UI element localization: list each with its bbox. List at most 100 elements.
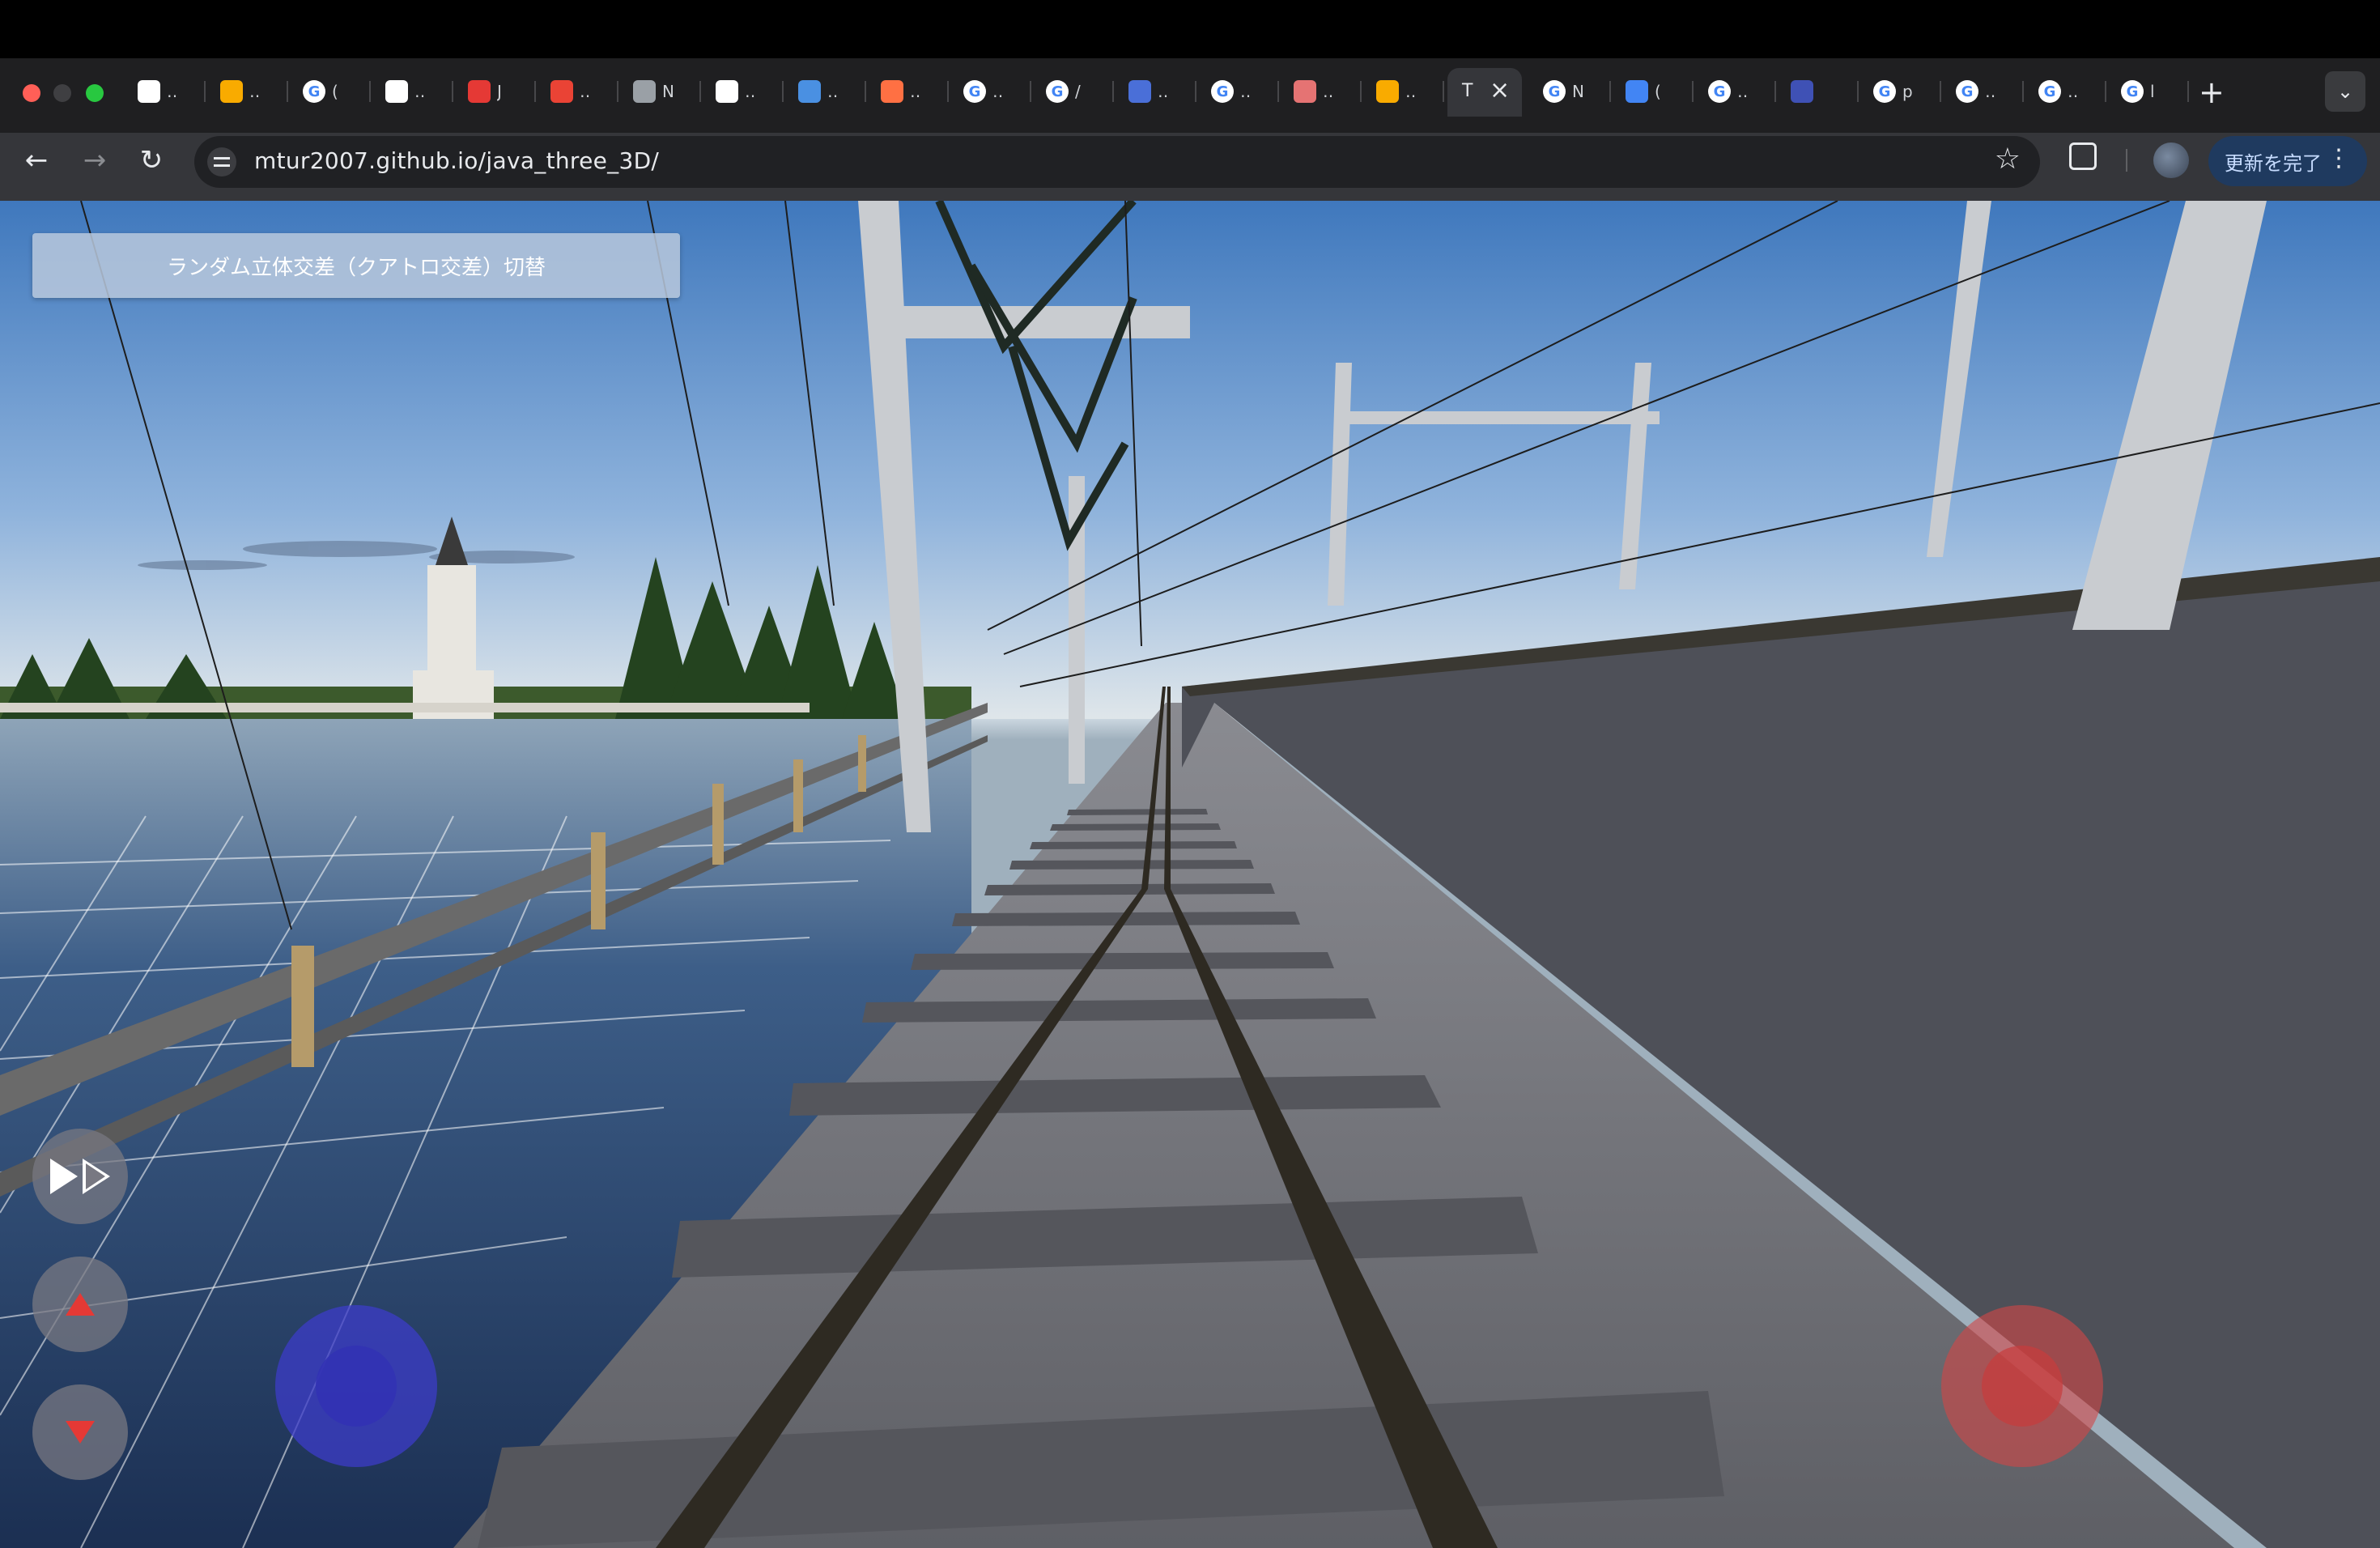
tab-title: … — [1240, 82, 1252, 101]
tab[interactable]: N — [625, 73, 701, 110]
tab-search-button[interactable]: ⌄ — [2325, 71, 2365, 112]
left-joystick[interactable] — [275, 1305, 437, 1467]
tab[interactable]: G… — [955, 73, 1031, 110]
down-button[interactable] — [32, 1384, 128, 1480]
tab[interactable]: G… — [1700, 73, 1776, 110]
tab-separator — [1940, 81, 1941, 102]
url-text[interactable]: mtur2007.github.io/java_three_3D/ — [254, 147, 659, 174]
tab[interactable] — [1783, 73, 1859, 110]
google-icon: G — [963, 80, 986, 103]
new-tab-button[interactable]: + — [2199, 74, 2225, 110]
extensions-icon[interactable] — [2069, 142, 2097, 170]
tab[interactable]: GN — [1535, 73, 1611, 110]
active-tab-title: T — [1462, 81, 1473, 101]
tab-title: … — [414, 82, 426, 101]
tab[interactable]: … — [1368, 73, 1444, 110]
close-tab-icon[interactable]: × — [1490, 76, 1510, 104]
analytics-icon — [1376, 80, 1399, 103]
tab[interactable]: … — [542, 73, 618, 110]
tab-title: ( — [1655, 82, 1661, 101]
tab-separator — [1857, 81, 1859, 102]
tab-title: … — [167, 82, 178, 101]
tab-title: … — [2068, 82, 2079, 101]
tab-title: … — [249, 82, 261, 101]
back-button[interactable]: ← — [16, 144, 57, 176]
tab-separator — [1277, 81, 1279, 102]
left-joystick-knob[interactable] — [316, 1346, 397, 1427]
right-joystick-knob[interactable] — [1982, 1346, 2063, 1427]
globe-icon — [633, 80, 656, 103]
google-icon: G — [1211, 80, 1234, 103]
reload-button[interactable]: ↻ — [131, 144, 172, 176]
three-d-viewport[interactable]: ランダム立体交差（クアトロ交差）切替 — [0, 201, 2380, 1548]
address-bar[interactable]: mtur2007.github.io/java_three_3D/ ☆ — [194, 136, 2040, 188]
google-icon: G — [303, 80, 325, 103]
play-icon — [50, 1159, 78, 1194]
tab-separator — [1195, 81, 1196, 102]
tab[interactable]: … — [873, 73, 949, 110]
tab-title: … — [992, 82, 1004, 101]
brand-red-icon — [468, 80, 491, 103]
chevron-down-icon: ⌄ — [2336, 80, 2354, 103]
bookmark-star-icon[interactable]: ☆ — [1995, 142, 2021, 176]
tab-separator — [2022, 81, 2024, 102]
up-button[interactable] — [32, 1257, 128, 1352]
more-menu-icon[interactable]: ⋮ — [2327, 144, 2351, 172]
tab-separator — [1609, 81, 1611, 102]
shore-wall — [0, 703, 810, 712]
tab[interactable]: … — [130, 73, 206, 110]
tab[interactable]: G( — [295, 73, 371, 110]
maximize-window-button[interactable] — [86, 84, 104, 102]
minimize-window-button[interactable] — [53, 84, 71, 102]
tab[interactable]: G… — [2030, 73, 2106, 110]
tab[interactable]: … — [790, 73, 866, 110]
play-step-button[interactable] — [32, 1129, 128, 1224]
tab-title: p — [1902, 82, 1913, 101]
tab-separator — [865, 81, 866, 102]
tab-separator — [2105, 81, 2106, 102]
analytics-icon — [220, 80, 243, 103]
tab-separator — [204, 81, 206, 102]
tab[interactable]: … — [377, 73, 453, 110]
site-settings-icon[interactable] — [207, 147, 236, 176]
tab[interactable]: … — [1120, 73, 1196, 110]
tab[interactable]: G… — [1203, 73, 1279, 110]
google-icon: G — [2121, 80, 2144, 103]
tab[interactable]: G… — [1948, 73, 2024, 110]
tab-separator — [1030, 81, 1031, 102]
tab-title: … — [580, 82, 591, 101]
toolbar-divider — [2126, 149, 2127, 172]
tab-active[interactable]: T × — [1447, 68, 1522, 117]
openai-icon — [385, 80, 408, 103]
tab-title: J — [497, 82, 502, 101]
tab-separator — [534, 81, 536, 102]
tab-title: … — [1737, 82, 1749, 101]
step-icon — [83, 1159, 110, 1194]
google-icon: G — [1873, 80, 1896, 103]
forward-button[interactable]: → — [74, 144, 115, 176]
tab-title: … — [910, 82, 921, 101]
switch-crossing-button[interactable]: ランダム立体交差（クアトロ交差）切替 — [32, 233, 680, 298]
tab-title: … — [1985, 82, 1996, 101]
tab[interactable]: Gl — [2113, 73, 2189, 110]
tab-title: … — [1405, 82, 1417, 101]
tab-title: … — [1323, 82, 1334, 101]
mosaic-icon — [1294, 80, 1316, 103]
profile-avatar[interactable] — [2153, 142, 2189, 178]
arrow-down-icon — [66, 1421, 95, 1444]
tab[interactable]: G / — [1038, 73, 1114, 110]
tab[interactable]: … — [708, 73, 784, 110]
tab-title: ( — [332, 82, 338, 101]
tab[interactable]: ( — [1617, 73, 1694, 110]
update-button[interactable]: 更新を完了 ⋮ — [2208, 136, 2367, 186]
tab-separator — [1360, 81, 1362, 102]
tab[interactable]: Gp — [1865, 73, 1941, 110]
tab[interactable]: … — [212, 73, 288, 110]
tab[interactable]: … — [1286, 73, 1362, 110]
swirl-icon — [1128, 80, 1151, 103]
close-window-button[interactable] — [23, 84, 40, 102]
right-joystick[interactable] — [1941, 1305, 2103, 1467]
tab[interactable]: J — [460, 73, 536, 110]
arrow-up-icon — [66, 1293, 95, 1316]
puzzle-image-icon — [881, 80, 903, 103]
